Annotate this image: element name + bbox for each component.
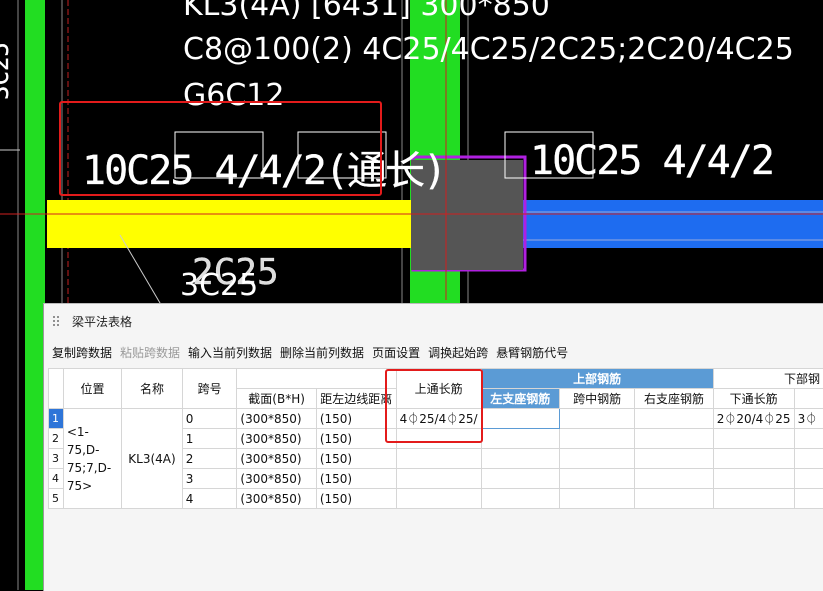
cell-section[interactable]: (300*850) bbox=[237, 469, 316, 489]
cell-right-support[interactable] bbox=[635, 489, 713, 509]
paste-span-button[interactable]: 粘贴跨数据 bbox=[120, 344, 180, 361]
cell-position[interactable]: <1-75,D-75;7,D-75> bbox=[63, 409, 121, 509]
header-lower-group: 下部钢 bbox=[713, 369, 823, 389]
cell-top-through[interactable] bbox=[396, 449, 481, 469]
cell-span[interactable]: 4 bbox=[182, 489, 237, 509]
cell-left-support[interactable] bbox=[481, 469, 559, 489]
beam-title-line2: C8@100(2) 4C25/4C25/2C25;2C20/4C25 bbox=[183, 32, 794, 67]
cell-left-support[interactable] bbox=[481, 429, 559, 449]
highlight-box-table bbox=[385, 369, 483, 443]
page-setup-button[interactable]: 页面设置 bbox=[372, 344, 420, 361]
row-number[interactable]: 4 bbox=[49, 469, 64, 489]
cell-mid-span[interactable] bbox=[559, 449, 634, 469]
header-position[interactable]: 位置 bbox=[63, 369, 121, 409]
cell-top-through[interactable] bbox=[396, 469, 481, 489]
cell-bottom-through[interactable]: 2⏀20/4⏀25 bbox=[713, 409, 794, 429]
row-number[interactable]: 3 bbox=[49, 449, 64, 469]
cell-section[interactable]: (300*850) bbox=[237, 409, 316, 429]
rebar-label-vertical: 3C25 bbox=[0, 42, 14, 100]
cell-edge[interactable]: (150) bbox=[316, 489, 396, 509]
cell-right-support[interactable] bbox=[635, 449, 713, 469]
cell-extra[interactable] bbox=[794, 429, 823, 449]
cell-edge[interactable]: (150) bbox=[316, 449, 396, 469]
cell-section[interactable]: (300*850) bbox=[237, 489, 316, 509]
cantilever-code-button[interactable]: 悬臂钢筋代号 bbox=[496, 344, 568, 361]
cell-section[interactable]: (300*850) bbox=[237, 429, 316, 449]
delete-column-button[interactable]: 删除当前列数据 bbox=[280, 344, 364, 361]
header-bottom-through[interactable]: 下通长筋 bbox=[713, 389, 794, 409]
cell-span[interactable]: 2 bbox=[182, 449, 237, 469]
cell-extra[interactable]: 3⏀ bbox=[794, 409, 823, 429]
panel-toolbar: 复制跨数据 粘贴跨数据 输入当前列数据 删除当前列数据 页面设置 调换起始跨 悬… bbox=[44, 338, 823, 366]
cell-extra[interactable] bbox=[794, 449, 823, 469]
row-number[interactable]: 2 bbox=[49, 429, 64, 449]
beam-title-line1: KL3(4A) [6431] 300*850 bbox=[183, 0, 550, 23]
cell-bottom-through[interactable] bbox=[713, 469, 794, 489]
row-number[interactable]: 5 bbox=[49, 489, 64, 509]
cell-mid-span[interactable] bbox=[559, 429, 634, 449]
beam-blue bbox=[520, 200, 823, 248]
cell-right-support[interactable] bbox=[635, 429, 713, 449]
row-number[interactable]: 1 bbox=[49, 409, 64, 429]
cell-mid-span[interactable] bbox=[559, 409, 634, 429]
cell-edge[interactable]: (150) bbox=[316, 469, 396, 489]
beam-table-panel: 梁平法表格 复制跨数据 粘贴跨数据 输入当前列数据 删除当前列数据 页面设置 调… bbox=[43, 303, 823, 591]
cell-span[interactable]: 0 bbox=[182, 409, 237, 429]
cell-right-support[interactable] bbox=[635, 409, 713, 429]
header-right-support[interactable]: 右支座钢筋 bbox=[635, 389, 713, 409]
panel-header: 梁平法表格 bbox=[44, 304, 823, 338]
cell-left-support[interactable] bbox=[481, 409, 559, 429]
cell-left-support[interactable] bbox=[481, 449, 559, 469]
cell-extra[interactable] bbox=[794, 489, 823, 509]
header-left-support[interactable]: 左支座钢筋 bbox=[481, 389, 559, 409]
cell-bottom-through[interactable] bbox=[713, 489, 794, 509]
drag-grip-icon[interactable] bbox=[52, 315, 60, 327]
rebar-label-right: 10C25 4/4/2 bbox=[530, 138, 773, 184]
cell-bottom-through[interactable] bbox=[713, 449, 794, 469]
column-left bbox=[25, 0, 45, 590]
cell-extra[interactable] bbox=[794, 469, 823, 489]
input-column-button[interactable]: 输入当前列数据 bbox=[188, 344, 272, 361]
header-upper-group: 上部钢筋 bbox=[481, 369, 713, 389]
header-name[interactable]: 名称 bbox=[122, 369, 183, 409]
cell-bottom-through[interactable] bbox=[713, 429, 794, 449]
cell-span[interactable]: 1 bbox=[182, 429, 237, 449]
header-section[interactable]: 截面(B*H) bbox=[237, 389, 316, 409]
cell-mid-span[interactable] bbox=[559, 469, 634, 489]
panel-title: 梁平法表格 bbox=[72, 313, 132, 330]
header-mid-span[interactable]: 跨中钢筋 bbox=[559, 389, 634, 409]
rebar-label-3c25: 3C25 bbox=[180, 268, 258, 303]
beam-yellow bbox=[47, 200, 447, 248]
cell-name[interactable]: KL3(4A) bbox=[122, 409, 183, 509]
cell-top-through[interactable] bbox=[396, 489, 481, 509]
cell-left-support[interactable] bbox=[481, 489, 559, 509]
cell-span[interactable]: 3 bbox=[182, 469, 237, 489]
highlight-box-cad bbox=[59, 101, 382, 196]
cell-right-support[interactable] bbox=[635, 469, 713, 489]
cell-section[interactable]: (300*850) bbox=[237, 449, 316, 469]
cell-mid-span[interactable] bbox=[559, 489, 634, 509]
copy-span-button[interactable]: 复制跨数据 bbox=[52, 344, 112, 361]
swap-start-span-button[interactable]: 调换起始跨 bbox=[428, 344, 488, 361]
header-span-no[interactable]: 跨号 bbox=[182, 369, 237, 409]
